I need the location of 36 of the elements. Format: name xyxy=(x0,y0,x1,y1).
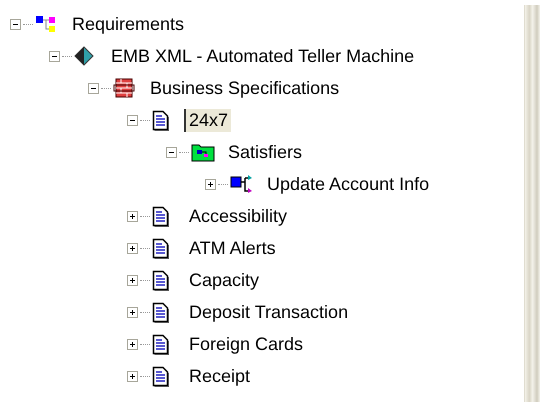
document-icon xyxy=(152,206,170,226)
tree-item[interactable]: Update Account Info xyxy=(262,172,432,196)
relation-icon xyxy=(230,174,254,194)
tree-item[interactable]: 24x7 xyxy=(184,108,232,132)
expander-toggle[interactable] xyxy=(49,50,60,62)
tree-item[interactable]: Receipt xyxy=(184,364,254,388)
document-icon xyxy=(152,334,170,354)
tree-item[interactable]: Capacity xyxy=(184,268,262,292)
tree-item[interactable]: ATM Alerts xyxy=(184,236,279,260)
expander-toggle[interactable] xyxy=(166,146,177,158)
document-icon xyxy=(152,270,170,290)
expander-toggle[interactable] xyxy=(127,242,138,254)
expander-toggle[interactable] xyxy=(127,274,138,286)
expander-toggle[interactable] xyxy=(127,370,138,382)
expander-toggle[interactable] xyxy=(127,306,138,318)
document-icon xyxy=(152,302,170,322)
expander-toggle[interactable] xyxy=(205,178,216,190)
expander-toggle[interactable] xyxy=(127,338,138,350)
expander-toggle[interactable] xyxy=(88,82,99,94)
bricks-icon xyxy=(113,78,135,98)
tree-item[interactable]: EMB XML - Automated Teller Machine xyxy=(106,44,418,68)
requirements-icon xyxy=(35,14,57,34)
expander-toggle[interactable] xyxy=(127,210,138,222)
tree-item[interactable]: Foreign Cards xyxy=(184,332,306,356)
tree-item[interactable]: Deposit Transaction xyxy=(184,300,352,324)
document-icon xyxy=(152,366,170,386)
tree-item[interactable]: Requirements xyxy=(67,12,188,36)
folder-icon xyxy=(191,142,215,162)
tree-item[interactable]: Accessibility xyxy=(184,204,290,228)
diamond-icon xyxy=(74,46,94,66)
document-icon xyxy=(152,238,170,258)
tree-item[interactable]: Satisfiers xyxy=(223,140,306,164)
expander-toggle[interactable] xyxy=(127,114,138,126)
expander-toggle[interactable] xyxy=(10,18,21,30)
tree-item[interactable]: Business Specifications xyxy=(145,76,342,100)
document-icon xyxy=(152,110,170,130)
